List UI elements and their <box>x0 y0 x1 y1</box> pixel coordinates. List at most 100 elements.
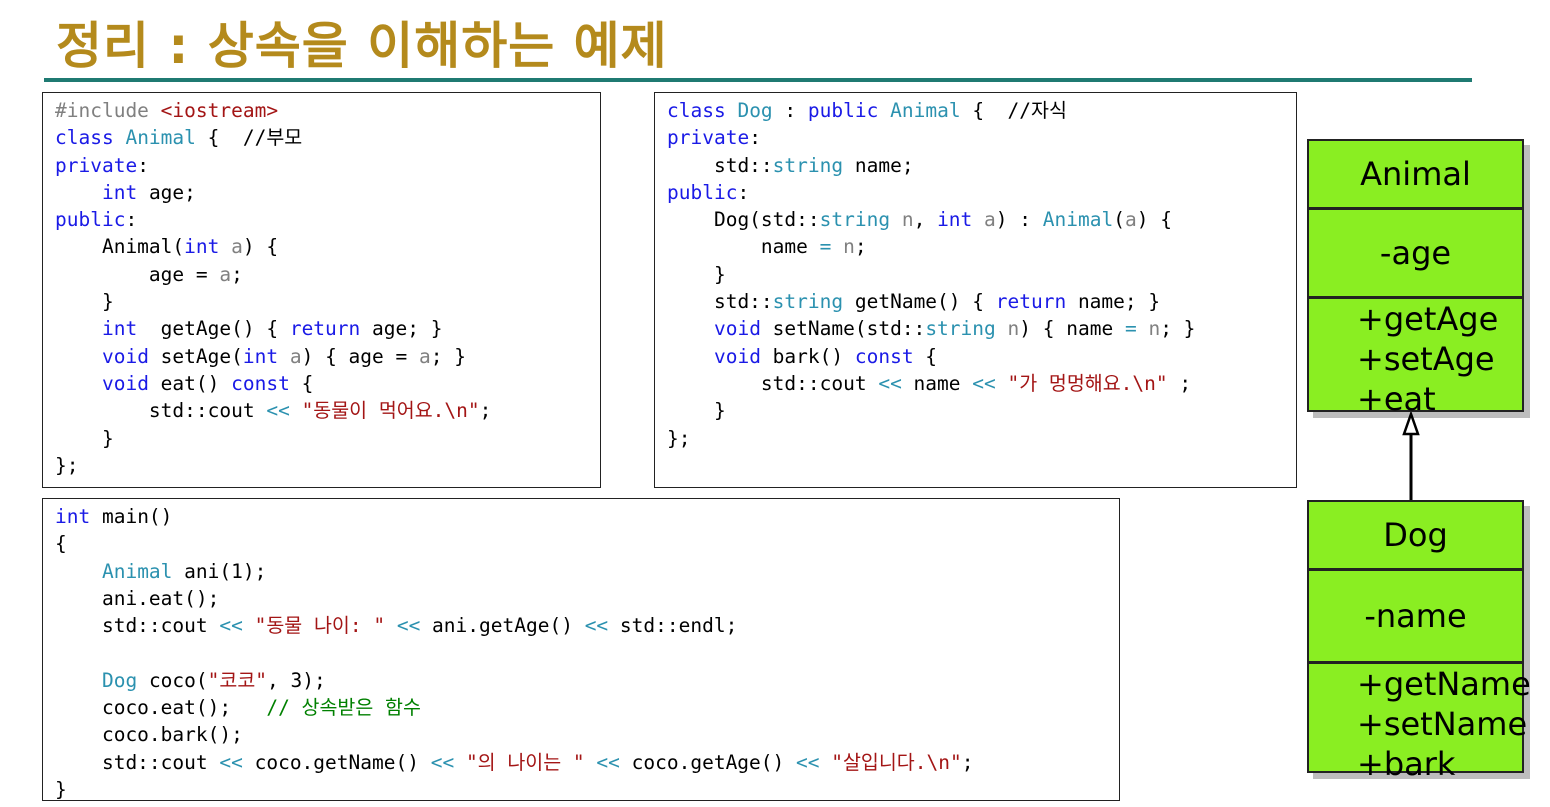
code-token: bark() <box>760 344 855 368</box>
code-token: Animal <box>101 559 173 583</box>
code-token: { //자식 <box>960 99 1067 122</box>
code-token: eat() <box>148 371 232 395</box>
code-token: void <box>713 317 761 341</box>
code-line: name = n; <box>667 233 1296 260</box>
code-token: coco.getAge() <box>619 750 797 774</box>
slide-title: 정리 : 상속을 이해하는 예제 <box>56 17 668 75</box>
code-token: : <box>772 99 808 122</box>
code-token: ; } <box>1160 317 1196 341</box>
code-token: name <box>901 371 973 395</box>
uml-dog-name: Dog <box>1383 516 1448 554</box>
code-token: } <box>667 262 726 286</box>
code-token: ) : <box>995 208 1043 232</box>
code-token: age; <box>137 180 196 204</box>
code-token: } <box>55 777 67 801</box>
uml-animal-attr-section: -age <box>1309 207 1522 296</box>
code-token: std:: <box>667 153 773 177</box>
code-token: << <box>596 750 620 774</box>
code-token: name; <box>843 153 914 177</box>
code-token: return <box>995 290 1067 314</box>
code-token: Dog(std:: <box>667 208 820 232</box>
code-token: { <box>289 371 314 395</box>
code-token: = <box>1124 317 1137 341</box>
code-token: int <box>101 180 138 204</box>
code-line: } <box>667 261 1296 288</box>
uml-dog-attr-section: -name <box>1309 568 1522 661</box>
code-token: int <box>937 208 973 232</box>
code-line: Animal ani(1); <box>55 558 1119 585</box>
code-token: std:: <box>667 290 773 314</box>
code-token: a <box>231 235 243 259</box>
code-token: public <box>807 99 879 122</box>
code-line: void setName(std::string n) { name = n; … <box>667 315 1296 342</box>
code-token: int <box>242 344 279 368</box>
code-token: ( <box>1113 208 1125 232</box>
code-line: std::string getName() { return name; } <box>667 288 1296 315</box>
uml-dog-op: +bark <box>1357 745 1456 783</box>
code-line: { <box>55 530 1119 557</box>
code-token: string <box>819 208 891 232</box>
code-token: void <box>101 371 149 395</box>
code-token: : <box>749 126 761 150</box>
code-token: ; <box>854 235 867 259</box>
code-token: a <box>219 262 232 286</box>
code-line: } <box>667 397 1296 424</box>
code-token: } <box>667 399 726 423</box>
code-block-main: int main(){ Animal ani(1); ani.eat(); st… <box>42 498 1120 801</box>
code-token: } <box>55 426 114 450</box>
code-token: << <box>972 371 996 395</box>
code-line: coco.bark(); <box>55 721 1119 748</box>
code-token: name <box>667 235 820 259</box>
code-line: } <box>55 425 600 452</box>
code-token: Animal <box>1042 208 1114 232</box>
code-token: ; <box>1167 371 1192 395</box>
code-token: age; } <box>360 317 443 341</box>
code-token: = <box>819 235 832 259</box>
code-token: std::cout <box>55 750 220 774</box>
code-token: , 3); <box>267 668 326 692</box>
code-token: <iostream> <box>160 99 279 122</box>
code-token: class <box>667 99 738 122</box>
code-token: "의 나이는 " <box>465 750 585 774</box>
code-token: Animal <box>890 99 961 122</box>
code-token: coco.getName() <box>242 750 431 774</box>
code-token: n <box>1148 317 1161 341</box>
code-token: }; <box>55 453 79 477</box>
code-token: int <box>184 235 220 259</box>
uml-animal-ops-section: +getAge +setAge +eat <box>1309 296 1522 419</box>
uml-dog-name-section: Dog <box>1309 502 1522 568</box>
code-line: } <box>55 776 1119 801</box>
code-token: Dog <box>737 99 773 122</box>
code-token: std::cout <box>55 614 220 638</box>
code-token: ani.getAge() <box>420 614 585 638</box>
code-line: int getAge() { return age; } <box>55 315 600 342</box>
uml-class-dog: Dog -name +getName +setName +bark <box>1307 500 1531 783</box>
code-token: setAge( <box>148 344 243 368</box>
code-token: a <box>1124 208 1137 232</box>
code-token: { <box>55 532 67 556</box>
uml-animal-name: Animal <box>1360 155 1471 193</box>
code-token: coco.eat(); <box>55 696 267 720</box>
code-token: const <box>854 344 914 368</box>
code-token: << <box>219 750 243 774</box>
uml-dog-ops-section: +getName +setName +bark <box>1309 661 1531 784</box>
code-dog: class Dog : public Animal { //자식 private:… <box>655 93 1296 452</box>
code-token: age = <box>55 262 220 286</box>
code-token: #include <box>55 99 161 122</box>
code-token: << <box>878 371 902 395</box>
code-line: void bark() const { <box>667 343 1296 370</box>
code-token: ) { <box>1136 208 1172 232</box>
code-main: int main(){ Animal ani(1); ani.eat(); st… <box>43 499 1119 801</box>
code-token: n <box>843 235 855 259</box>
code-token: setName(std:: <box>760 317 926 341</box>
